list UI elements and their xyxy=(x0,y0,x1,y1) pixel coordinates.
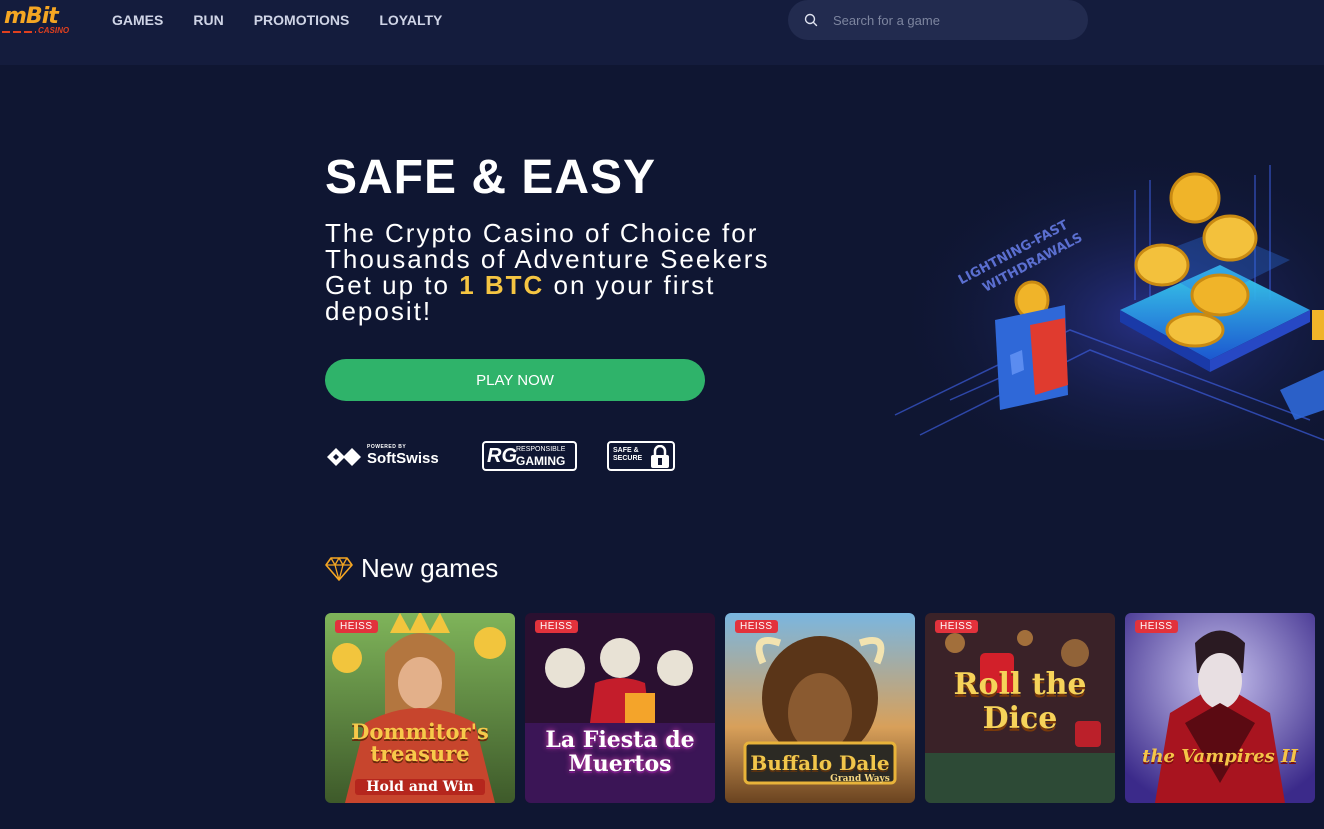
rg-line1: RESPONSIBLE xyxy=(516,446,566,453)
mbit-logo[interactable]: mBit CASINO xyxy=(2,4,74,38)
responsible-gaming-badge: RG RESPONSIBLE GAMING xyxy=(482,441,577,471)
hero-crypto-illustration: LIGHTNING-FAST WITHDRAWALS xyxy=(890,160,1324,450)
top-header: mBit CASINO GAMES RUN PROMOTIONS LOYALTY xyxy=(0,0,1324,65)
new-games-title: New games xyxy=(361,553,499,583)
game-card-roll-the-dice[interactable]: HEISS Roll the Dice xyxy=(925,613,1115,803)
softswiss-name: SoftSwiss xyxy=(367,450,439,467)
hot-tag: HEISS xyxy=(535,620,578,633)
hero-title: SAFE & EASY xyxy=(325,151,657,204)
nav-promotions[interactable]: PROMOTIONS xyxy=(254,12,350,28)
secure-line2: SECURE xyxy=(613,455,643,462)
hot-tag: HEISS xyxy=(1135,620,1178,633)
hot-tag: HEISS xyxy=(335,620,378,633)
main-nav: GAMES RUN PROMOTIONS LOYALTY xyxy=(112,12,472,28)
game-card-dommitors-treasure[interactable]: HEISS Dommitor's treasure Hold and Win xyxy=(325,613,515,803)
game-thumbnail xyxy=(1125,613,1315,803)
play-now-button[interactable]: PLAY NOW xyxy=(325,359,705,401)
hero-bonus-highlight: 1 BTC xyxy=(459,270,545,300)
softswiss-logo-icon xyxy=(327,448,361,466)
logo-dash xyxy=(2,31,36,33)
softswiss-badge: POWERED BY SoftSwiss xyxy=(325,444,451,468)
search-icon[interactable] xyxy=(804,13,818,27)
nav-games[interactable]: GAMES xyxy=(112,12,163,28)
nav-run[interactable]: RUN xyxy=(193,12,223,28)
game-subline: Grand Ways xyxy=(830,774,890,784)
wallet-icon xyxy=(995,305,1068,410)
rg-line2: GAMING xyxy=(516,454,566,468)
rg-mark: RG xyxy=(487,445,517,467)
game-subline: Hold and Win xyxy=(355,779,485,795)
search-bar xyxy=(788,0,1088,40)
game-title: Buffalo Dale xyxy=(750,751,890,775)
secure-line1: SAFE & xyxy=(613,447,639,454)
hero-subtitle: The Crypto Casino of Choice for Thousand… xyxy=(325,220,795,324)
safe-secure-badge: SAFE & SECURE xyxy=(607,441,675,471)
hot-tag: HEISS xyxy=(935,620,978,633)
game-title: the Vampires II xyxy=(1142,746,1298,767)
hot-tag: HEISS xyxy=(735,620,778,633)
diamond-icon xyxy=(325,557,353,581)
lock-icon xyxy=(651,445,669,468)
game-card-the-vampires-ii[interactable]: HEISS the Vampires II xyxy=(1125,613,1315,803)
game-card-buffalo-dale[interactable]: HEISS Buffalo Dale Grand Ways xyxy=(725,613,915,803)
game-title: Dommitor's treasure xyxy=(351,719,489,766)
logo-sub: CASINO xyxy=(38,26,70,35)
game-thumbnail xyxy=(325,613,515,803)
secure-label: SAFE & SECURE xyxy=(613,447,642,463)
nav-loyalty[interactable]: LOYALTY xyxy=(379,12,442,28)
game-title: La Fiesta de Muertos xyxy=(545,727,695,777)
game-card-la-fiesta-de-muertos[interactable]: HEISS La Fiesta de Muertos xyxy=(525,613,715,803)
game-title: Roll the Dice xyxy=(953,667,1087,736)
search-input[interactable] xyxy=(833,0,1073,40)
